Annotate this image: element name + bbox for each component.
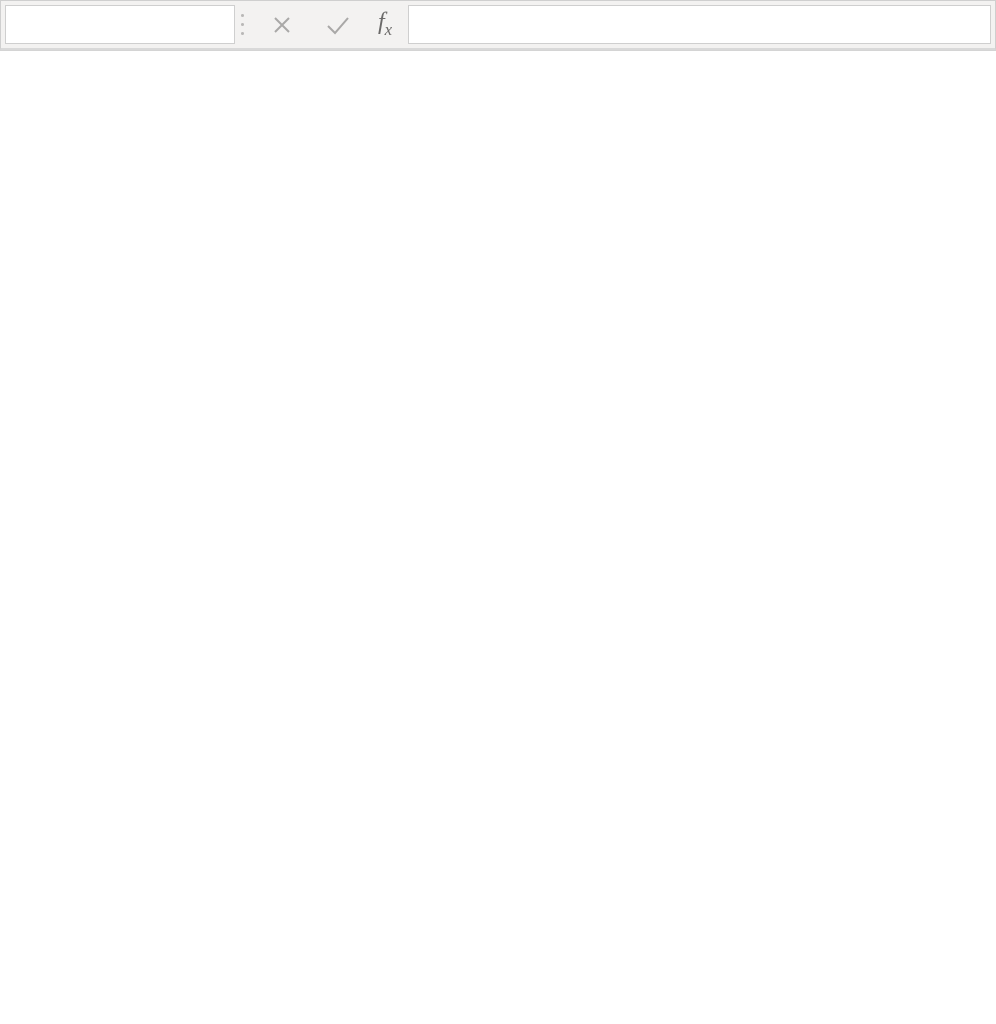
formula-bar: fx (0, 0, 996, 50)
vertical-dots-icon (241, 11, 244, 39)
spreadsheet-grid[interactable] (0, 50, 996, 51)
formula-input[interactable] (408, 5, 991, 44)
fx-icon[interactable]: fx (378, 9, 392, 40)
formula-bar-buttons: fx (239, 1, 408, 48)
cancel-icon (266, 9, 298, 41)
enter-icon (322, 9, 354, 41)
name-box-container (5, 5, 235, 44)
